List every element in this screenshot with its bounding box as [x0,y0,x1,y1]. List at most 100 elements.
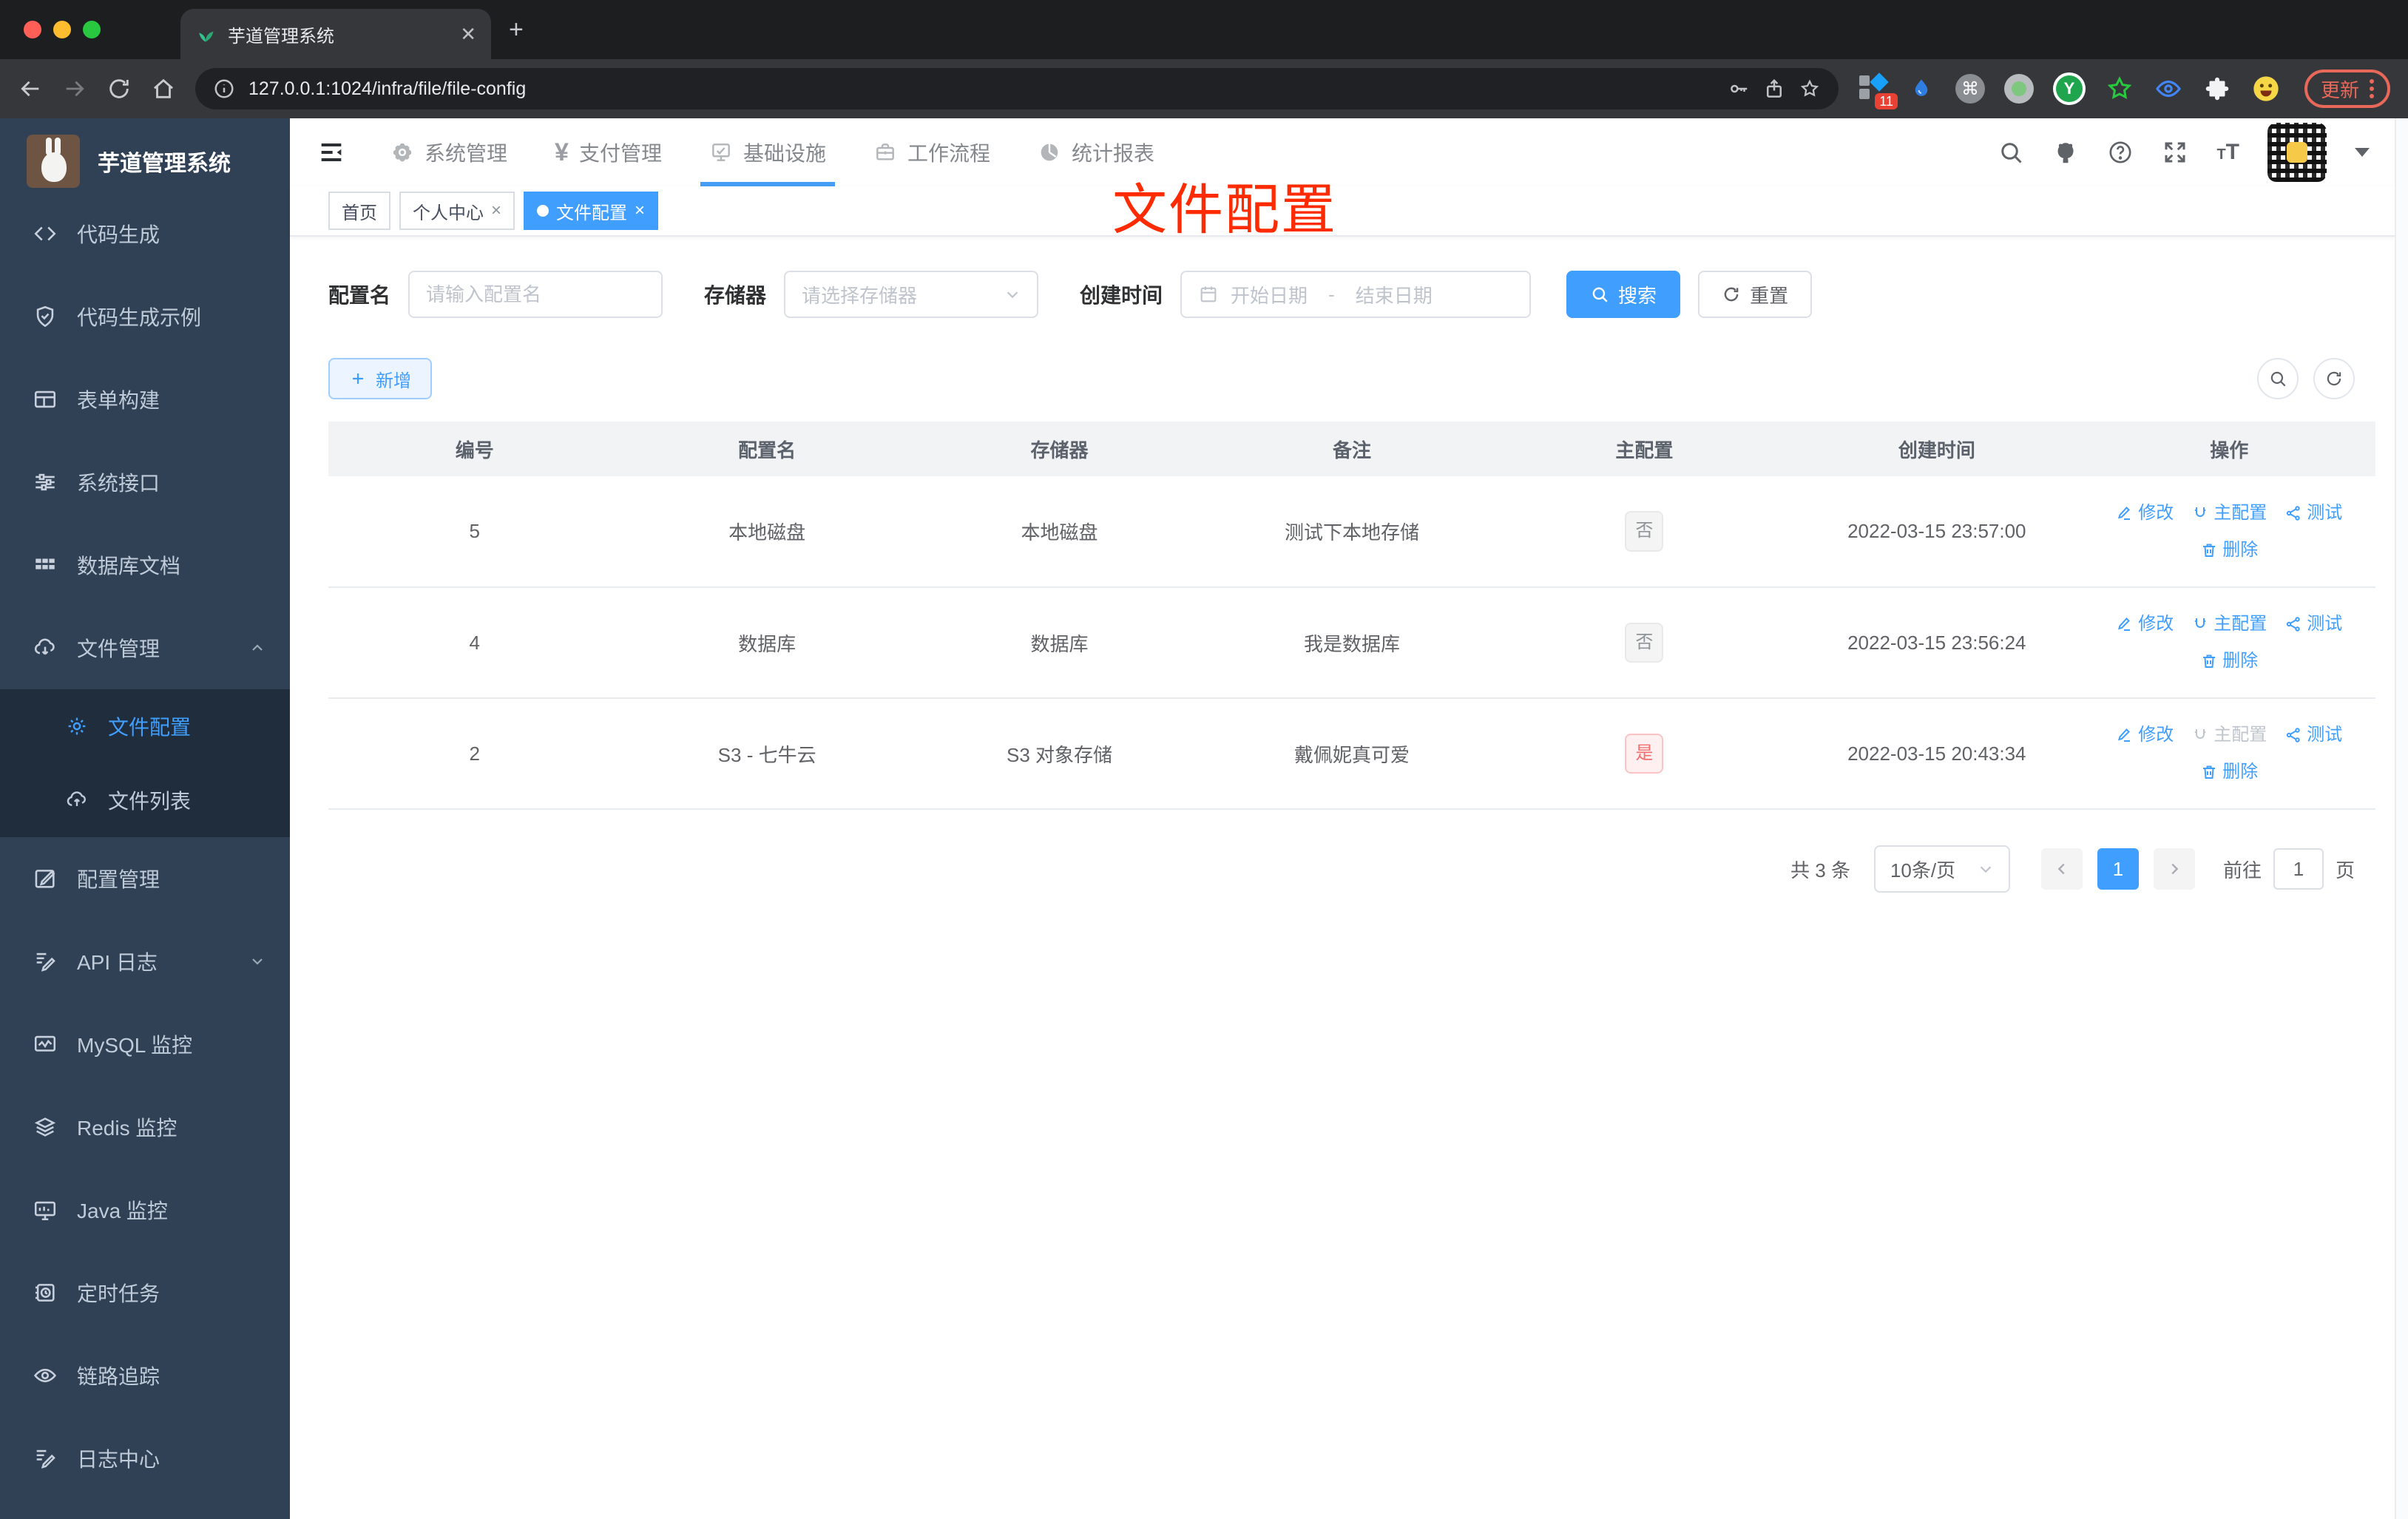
forward-icon[interactable] [62,76,87,101]
sidebar-item-code-demo[interactable]: 代码生成示例 [0,275,290,358]
trash-icon [2203,654,2216,668]
date-end-placeholder[interactable]: 结束日期 [1356,281,1433,308]
chevron-up-icon [252,644,263,651]
profile-emoji-icon[interactable] [2251,74,2281,104]
new-tab-button[interactable]: + [509,16,524,44]
master-link[interactable]: 主配置 [2191,495,2267,532]
tag-file-config[interactable]: 文件配置 × [524,192,659,230]
browser-tab[interactable]: 芋道管理系统 ✕ [180,9,491,59]
search-icon[interactable] [1998,139,2024,166]
sidebar-item-file-management[interactable]: 文件管理 [0,606,290,689]
back-icon[interactable] [18,76,43,101]
sidebar-item-db-doc[interactable]: 数据库文档 [0,524,290,606]
search-button[interactable]: 搜索 [1566,271,1681,318]
date-start-placeholder[interactable]: 开始日期 [1231,281,1308,308]
extensions-puzzle-icon[interactable] [2202,74,2232,104]
sidebar-item-mysql-monitor[interactable]: MySQL 监控 [0,1003,290,1086]
bookmark-star-icon[interactable] [1799,78,1821,100]
refresh-table-button[interactable] [2313,358,2355,399]
sidebar-item-api-log[interactable]: API 日志 [0,920,290,1003]
sidebar-item-form-builder[interactable]: 表单构建 [0,358,290,441]
close-tag-icon[interactable]: × [491,200,501,221]
extension-grid-icon[interactable]: 11 [1858,72,1898,109]
scrollbar-gutter[interactable] [2395,118,2408,1519]
tab-close-icon[interactable]: ✕ [460,23,476,46]
extension-badge: 11 [1875,93,1898,109]
delete-link[interactable]: 删除 [2200,643,2258,680]
goto-page-input[interactable] [2273,848,2324,890]
url-text[interactable]: 127.0.0.1:1024/infra/file/file-config [248,78,1714,100]
delete-link[interactable]: 删除 [2200,532,2258,569]
test-link[interactable]: 测试 [2284,717,2342,754]
sidebar-item-system-api[interactable]: 系统接口 [0,441,290,524]
reload-icon[interactable] [106,76,132,101]
sidebar-item-config-management[interactable]: 配置管理 [0,837,290,920]
page-size-select[interactable]: 10条/页 [1873,845,2010,893]
next-page-button[interactable] [2153,848,2195,890]
user-menu-caret-icon[interactable] [2355,148,2370,157]
reset-button[interactable]: 重置 [1698,271,1813,318]
tag-home[interactable]: 首页 [328,192,390,230]
font-size-icon[interactable]: TT [2216,140,2239,165]
sidebar-item-tracing[interactable]: 链路追踪 [0,1334,290,1417]
close-tag-icon[interactable]: × [635,200,645,221]
nav-infrastructure[interactable]: 基础设施 [686,118,850,186]
page-number-active[interactable]: 1 [2097,848,2139,890]
test-link[interactable]: 测试 [2284,606,2342,643]
search-icon [1592,287,1608,302]
edit-link[interactable]: 修改 [2116,717,2174,754]
home-icon[interactable] [151,76,176,101]
nav-system-management[interactable]: 系统管理 [367,118,531,186]
share-icon[interactable] [1763,78,1785,100]
storage-select[interactable]: 请选择存储器 [784,271,1039,318]
minimize-window-button[interactable] [53,21,71,38]
tag-profile[interactable]: 个人中心 × [399,192,515,230]
nav-workflow[interactable]: 工作流程 [850,118,1014,186]
sidebar-item-log-center[interactable]: 日志中心 [0,1417,290,1500]
tab-title: 芋道管理系统 [228,26,334,47]
master-tag: 是 [1625,733,1664,774]
close-window-button[interactable] [24,21,41,38]
password-key-icon[interactable] [1728,78,1750,100]
sidebar-item-java-monitor[interactable]: Java 监控 [0,1168,290,1251]
address-bar[interactable]: 127.0.0.1:1024/infra/file/file-config [195,68,1839,109]
help-icon[interactable] [2107,139,2134,166]
extension-y-icon[interactable]: Y [2052,72,2086,105]
sidebar-item-scheduled-tasks[interactable]: 定时任务 [0,1251,290,1334]
sidebar-item-file-config[interactable]: 文件配置 [0,689,290,763]
browser-menu-icon[interactable] [2370,79,2374,98]
test-link[interactable]: 测试 [2284,495,2342,532]
extension-eye-icon[interactable] [2154,74,2183,104]
github-icon[interactable] [2052,139,2079,166]
extension-command-icon[interactable]: ⌘ [1955,74,1985,104]
sidebar-item-file-list[interactable]: 文件列表 [0,763,290,837]
extension-drop-icon[interactable] [1907,74,1936,104]
extension-dot-icon[interactable] [2003,74,2034,104]
site-info-icon[interactable] [213,78,235,100]
delete-link[interactable]: 删除 [2200,754,2258,791]
cell-storage: 本地磁盘 [913,476,1206,588]
app-logo[interactable]: 芋道管理系统 [0,118,290,192]
nav-payment-management[interactable]: ¥ 支付管理 [531,118,686,186]
fullscreen-icon[interactable] [2162,139,2188,166]
browser-update-button[interactable]: 更新 [2304,70,2390,108]
user-avatar[interactable] [2267,123,2327,182]
edit-link[interactable]: 修改 [2116,606,2174,643]
cell-master: 否 [1498,587,1791,699]
toggle-search-button[interactable] [2257,358,2299,399]
extension-star-icon[interactable] [2105,74,2134,104]
sidebar-item-code-gen[interactable]: 代码生成 [0,192,290,275]
edit-link[interactable]: 修改 [2116,495,2174,532]
config-name-input[interactable] [426,283,646,306]
shield-check-icon [36,305,54,328]
sidebar: 芋道管理系统 代码生成 代码生成示例 表单构建 系统接口 数据库文档 文件管理 … [0,118,290,1519]
plus-icon [353,373,363,384]
sidebar-item-redis-monitor[interactable]: Redis 监控 [0,1086,290,1168]
date-range-picker[interactable]: 开始日期 - 结束日期 [1180,271,1532,318]
zoom-window-button[interactable] [83,21,101,38]
prev-page-button[interactable] [2040,848,2083,890]
master-link[interactable]: 主配置 [2191,606,2267,643]
collapse-sidebar-icon[interactable] [317,138,346,167]
add-button[interactable]: 新增 [328,358,432,399]
window-controls[interactable] [24,21,101,38]
